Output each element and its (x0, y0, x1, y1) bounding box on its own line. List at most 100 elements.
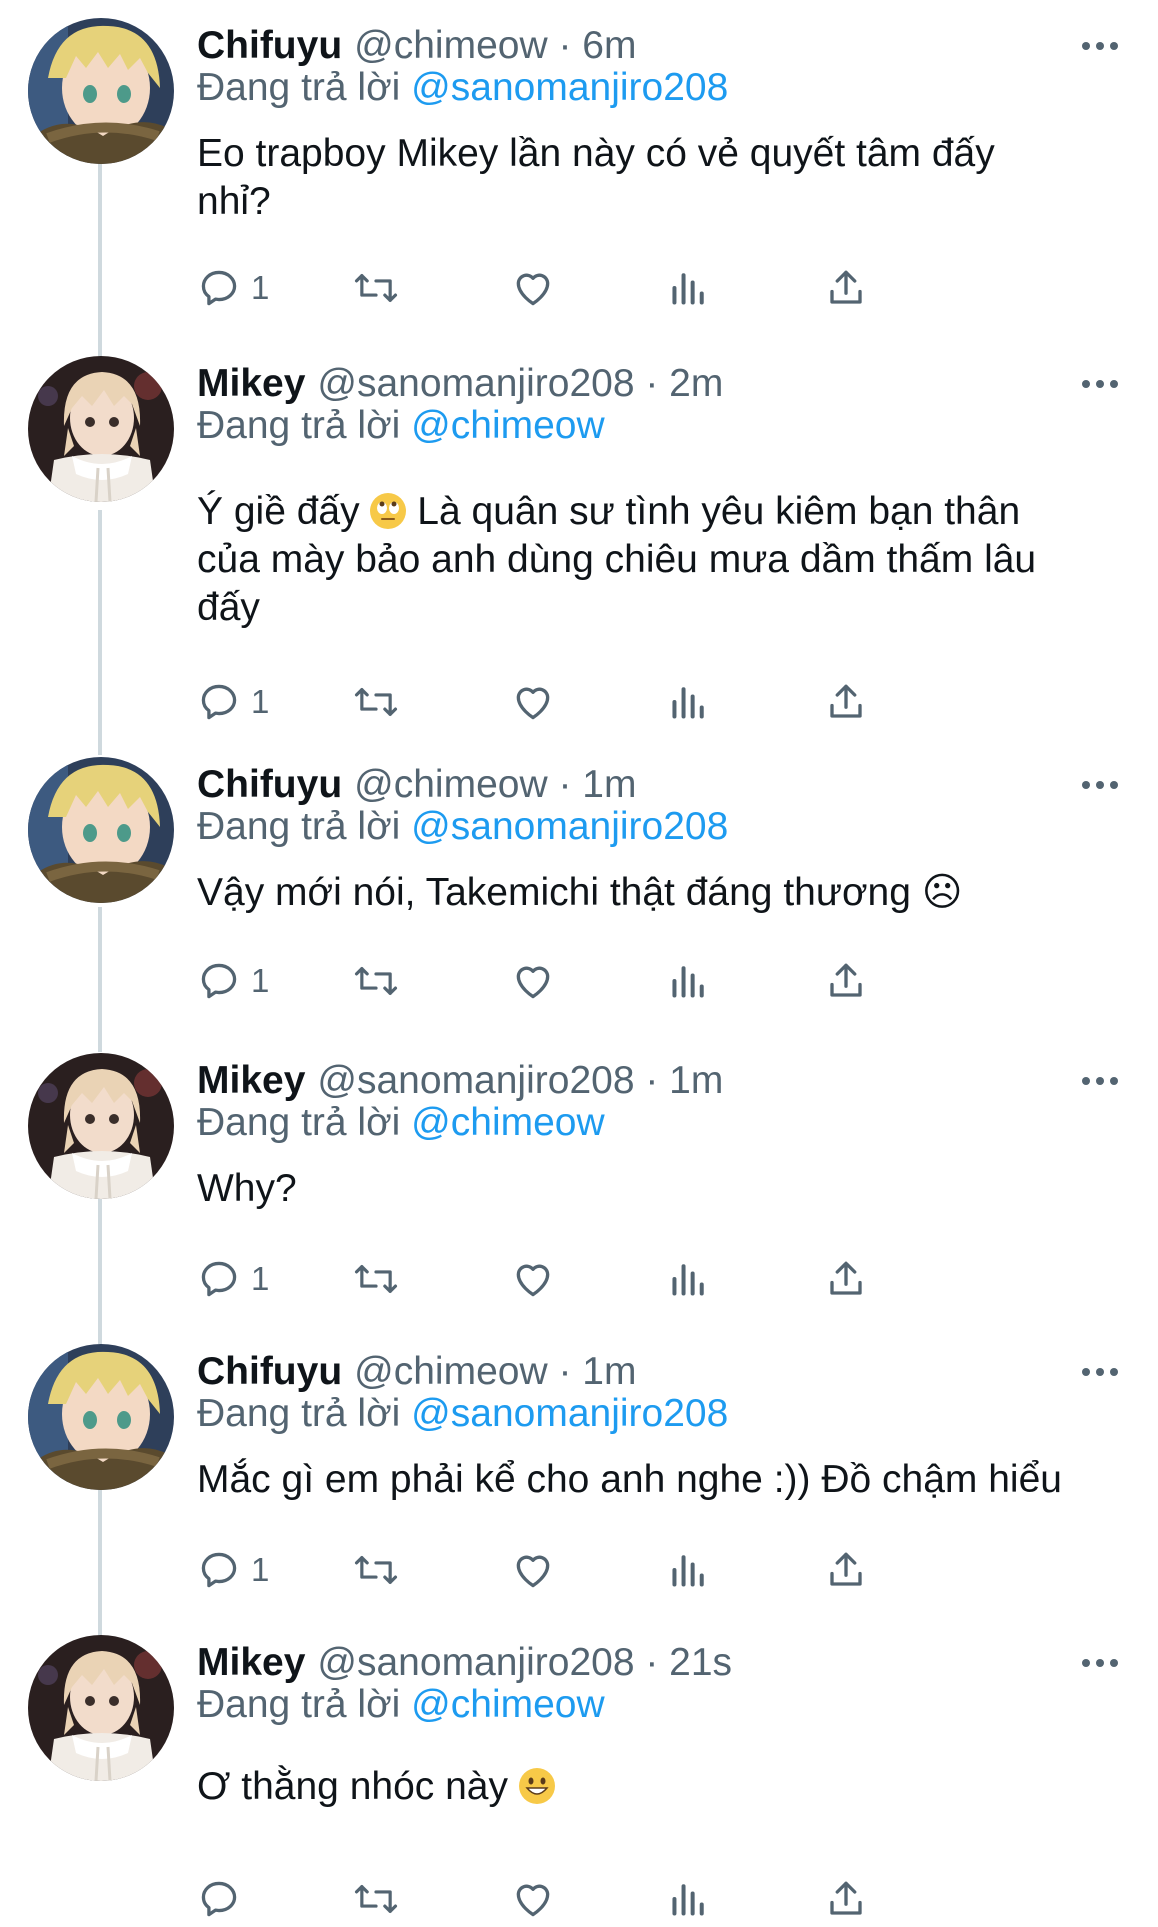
mikey-avatar (28, 1053, 174, 1199)
display-name[interactable]: Chifuyu (197, 24, 342, 68)
retweet-icon (354, 1556, 398, 1584)
display-name[interactable]: Chifuyu (197, 1350, 342, 1394)
reply-button[interactable]: 1 (197, 260, 269, 316)
grinning-emoji (518, 1768, 555, 1804)
share-button[interactable] (825, 260, 867, 316)
mention-link[interactable]: @sanomanjiro208 (411, 805, 728, 848)
tweet-text-part: Ơ thằng nhóc này (197, 1765, 519, 1808)
more-icon[interactable] (1078, 362, 1122, 406)
action-bar: 1 (197, 1251, 1097, 1307)
analytics-button[interactable] (669, 674, 709, 730)
reply-button[interactable]: 1 (197, 1542, 269, 1598)
like-icon (516, 1884, 550, 1917)
avatar[interactable] (28, 1344, 174, 1490)
chifuyu-avatar (28, 18, 174, 164)
retweet-button[interactable] (353, 1251, 399, 1307)
reply-button[interactable]: 1 (197, 674, 269, 730)
tweet-text: Eo trapboy Mikey lần này có vẻ quyết tâm… (197, 132, 995, 223)
handle-time: @sanomanjiro208 · 21s (317, 1641, 733, 1684)
retweet-button[interactable] (353, 1871, 399, 1927)
tweet[interactable]: Mikey @sanomanjiro208 · 21s Đang trả lời… (0, 1635, 1158, 1920)
retweet-button[interactable] (353, 260, 399, 316)
reply-icon (201, 963, 237, 999)
avatar[interactable] (28, 356, 174, 502)
avatar[interactable] (28, 757, 174, 903)
tweet[interactable]: Chifuyu @chimeow · 6m Đang trả lời @sano… (0, 18, 1158, 328)
reply-button[interactable] (197, 1871, 241, 1927)
share-icon (830, 1261, 862, 1295)
chifuyu-avatar (28, 757, 174, 903)
display-name[interactable]: Mikey (197, 362, 305, 406)
more-icon[interactable] (1078, 1641, 1122, 1685)
avatar[interactable] (28, 1053, 174, 1199)
mikey-avatar (28, 356, 174, 502)
analytics-button[interactable] (669, 1871, 709, 1927)
reply-context: Đang trả lời @sanomanjiro208 (197, 1392, 728, 1436)
reply-button[interactable]: 1 (197, 953, 269, 1009)
more-icon[interactable] (1078, 1350, 1122, 1394)
analytics-icon (672, 273, 704, 305)
reply-button[interactable]: 1 (197, 1251, 269, 1307)
retweet-icon (354, 1265, 398, 1293)
action-bar (197, 1871, 1097, 1927)
handle-time: @sanomanjiro208 · 2m (317, 362, 724, 405)
more-icon[interactable] (1078, 1059, 1122, 1103)
reply-count: 1 (251, 962, 270, 999)
mention-link[interactable]: @chimeow (411, 1683, 604, 1726)
display-name[interactable]: Mikey (197, 1641, 305, 1685)
share-button[interactable] (825, 674, 867, 730)
display-name[interactable]: Chifuyu (197, 763, 342, 807)
share-icon (830, 1552, 862, 1586)
avatar[interactable] (28, 18, 174, 164)
mention-link[interactable]: @chimeow (411, 1101, 604, 1144)
like-button[interactable] (511, 1542, 555, 1598)
tweet[interactable]: Mikey @sanomanjiro208 · 2m Đang trả lời … (0, 356, 1158, 756)
mention-link[interactable]: @chimeow (411, 404, 604, 447)
like-icon (516, 1264, 550, 1297)
tweet[interactable]: Mikey @sanomanjiro208 · 1m Đang trả lời … (0, 1053, 1158, 1343)
like-button[interactable] (511, 260, 555, 316)
reply-prefix: Đang trả lời (197, 1683, 401, 1726)
tweet[interactable]: Chifuyu @chimeow · 1m Đang trả lời @sano… (0, 757, 1158, 1047)
like-button[interactable] (511, 1251, 555, 1307)
more-icon[interactable] (1078, 763, 1122, 807)
share-button[interactable] (825, 1251, 867, 1307)
retweet-icon (354, 274, 398, 302)
analytics-button[interactable] (669, 260, 709, 316)
more-icon[interactable] (1078, 24, 1122, 68)
analytics-button[interactable] (669, 1542, 709, 1598)
tweet[interactable]: Chifuyu @chimeow · 1m Đang trả lời @sano… (0, 1344, 1158, 1634)
action-bar: 1 (197, 1542, 1097, 1598)
share-icon (830, 963, 862, 997)
share-button[interactable] (825, 1871, 867, 1927)
analytics-icon (672, 687, 704, 719)
tweet-text: Ơ thằng nhóc này (197, 1763, 1117, 1811)
analytics-button[interactable] (669, 953, 709, 1009)
avatar[interactable] (28, 1635, 174, 1781)
reply-prefix: Đang trả lời (197, 66, 401, 109)
like-button[interactable] (511, 1871, 555, 1927)
retweet-button[interactable] (353, 1542, 399, 1598)
analytics-button[interactable] (669, 1251, 709, 1307)
analytics-icon (672, 1555, 704, 1587)
tweet-text: Why? (197, 1167, 297, 1210)
retweet-button[interactable] (353, 674, 399, 730)
mention-link[interactable]: @sanomanjiro208 (411, 1392, 728, 1435)
like-icon (516, 966, 550, 999)
display-name[interactable]: Mikey (197, 1059, 305, 1103)
reply-icon (201, 1261, 237, 1297)
like-button[interactable] (511, 674, 555, 730)
share-button[interactable] (825, 953, 867, 1009)
mention-link[interactable]: @sanomanjiro208 (411, 66, 728, 109)
like-button[interactable] (511, 953, 555, 1009)
reply-prefix: Đang trả lời (197, 1392, 401, 1435)
action-bar: 1 (197, 953, 1097, 1009)
reply-icon (201, 270, 237, 306)
reply-count: 1 (251, 269, 270, 306)
retweet-button[interactable] (353, 953, 399, 1009)
reply-count: 1 (251, 683, 270, 720)
share-icon (830, 270, 862, 304)
share-button[interactable] (825, 1542, 867, 1598)
tweet-text: Mắc gì em phải kể cho anh nghe :)) Đồ ch… (197, 1458, 1062, 1501)
reply-context: Đang trả lời @sanomanjiro208 (197, 805, 728, 849)
